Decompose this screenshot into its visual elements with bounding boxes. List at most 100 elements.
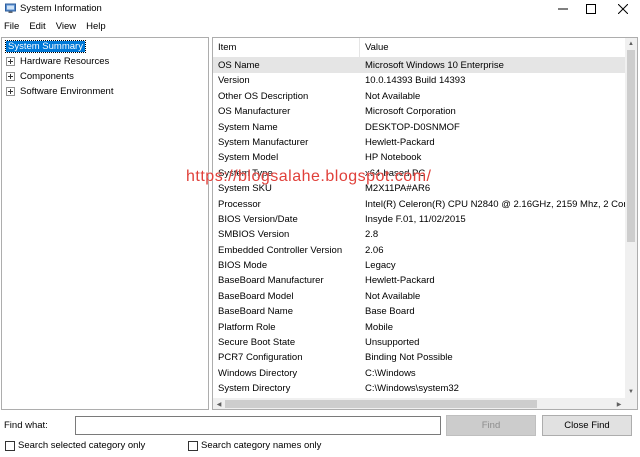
search-category-names-checkbox[interactable]: Search category names only xyxy=(188,440,321,451)
table-row[interactable]: OS Manufacturer Microsoft Corporation xyxy=(213,104,625,119)
tree-item-components[interactable]: Components xyxy=(6,70,74,83)
value-cell: Not Available xyxy=(365,290,421,302)
table-row[interactable]: System SKU M2X11PA#AR6 xyxy=(213,181,625,196)
column-header-item[interactable]: Item xyxy=(218,42,236,53)
table-row[interactable]: Processor Intel(R) Celeron(R) CPU N2840 @… xyxy=(213,197,627,212)
table-row[interactable]: BIOS Version/Date Insyde F.01, 11/02/2015 xyxy=(213,212,625,227)
table-row[interactable]: Other OS Description Not Available xyxy=(213,89,625,104)
window-title: System Information xyxy=(20,3,102,14)
table-row[interactable]: SMBIOS Version 2.8 xyxy=(213,227,625,242)
list-header: Item Value xyxy=(213,38,625,58)
category-tree[interactable]: System Summary Hardware Resources Compon… xyxy=(1,37,209,410)
item-cell: BIOS Mode xyxy=(218,260,268,272)
value-cell: HP Notebook xyxy=(365,152,422,164)
value-cell: Hewlett-Packard xyxy=(365,275,435,287)
value-cell: Legacy xyxy=(365,260,396,272)
search-selected-category-label: Search selected category only xyxy=(18,440,146,451)
item-cell: Windows Directory xyxy=(218,367,298,379)
table-row[interactable]: System Type x64-based PC xyxy=(213,166,625,181)
value-cell: Insyde F.01, 11/02/2015 xyxy=(365,213,466,225)
table-row[interactable]: Windows Directory C:\Windows xyxy=(213,366,625,381)
table-row[interactable]: System Directory C:\Windows\system32 xyxy=(213,381,625,396)
vertical-scroll-thumb[interactable] xyxy=(627,50,635,242)
scroll-down-icon[interactable]: ▼ xyxy=(625,386,637,398)
tree-item-label: Components xyxy=(20,71,74,82)
item-cell: System Name xyxy=(218,121,278,133)
expand-plus-icon[interactable] xyxy=(6,72,15,81)
value-cell: M2X11PA#AR6 xyxy=(365,183,431,195)
minimize-button[interactable] xyxy=(548,0,578,18)
value-cell: 10.0.14393 Build 14393 xyxy=(365,75,466,87)
value-cell: Microsoft Corporation xyxy=(365,106,456,118)
column-header-value[interactable]: Value xyxy=(365,42,389,53)
table-row[interactable]: BIOS Mode Legacy xyxy=(213,258,625,273)
scroll-right-icon[interactable]: ▶ xyxy=(613,398,625,409)
item-cell: Embedded Controller Version xyxy=(218,244,343,256)
value-cell: 2.06 xyxy=(365,244,384,256)
table-row[interactable]: Version 10.0.14393 Build 14393 xyxy=(213,73,625,88)
column-separator[interactable] xyxy=(359,38,360,58)
item-cell: BaseBoard Manufacturer xyxy=(218,275,324,287)
table-row[interactable]: System Model HP Notebook xyxy=(213,150,625,165)
item-cell: Platform Role xyxy=(218,321,276,333)
menu-edit[interactable]: Edit xyxy=(25,19,51,35)
item-cell: System SKU xyxy=(218,183,272,195)
search-category-names-label: Search category names only xyxy=(201,440,322,451)
title-bar: System Information xyxy=(0,0,640,18)
scrollbar-corner xyxy=(625,398,637,409)
table-row[interactable]: Secure Boot State Unsupported xyxy=(213,335,625,350)
item-cell: PCR7 Configuration xyxy=(218,352,303,364)
menu-help[interactable]: Help xyxy=(82,19,112,35)
value-cell: DESKTOP-D0SNMOF xyxy=(365,121,460,133)
value-cell: Microsoft Windows 10 Enterprise xyxy=(365,60,504,71)
menu-view[interactable]: View xyxy=(52,19,82,35)
close-find-button[interactable]: Close Find xyxy=(542,415,632,436)
table-row[interactable]: Platform Role Mobile xyxy=(213,320,625,335)
find-what-label: Find what: xyxy=(4,420,48,431)
find-button[interactable]: Find xyxy=(446,415,536,436)
item-cell: System Directory xyxy=(218,383,291,395)
checkbox-box[interactable] xyxy=(188,440,198,451)
table-row[interactable]: System Manufacturer Hewlett-Packard xyxy=(213,135,625,150)
find-options: Search selected category only Search cat… xyxy=(0,438,640,454)
item-cell: Processor xyxy=(218,198,261,210)
expand-plus-icon[interactable] xyxy=(6,57,15,66)
table-row[interactable]: BaseBoard Manufacturer Hewlett-Packard xyxy=(213,273,625,288)
horizontal-scrollbar[interactable]: ◀ ▶ xyxy=(213,398,625,409)
item-cell: Other OS Description xyxy=(218,90,309,102)
details-list[interactable]: Item Value OS Name Microsoft Windows 10 E… xyxy=(212,37,638,410)
table-row[interactable]: OS Name Microsoft Windows 10 Enterprise xyxy=(213,58,625,74)
value-cell: Unsupported xyxy=(365,337,420,349)
menu-bar: File Edit View Help xyxy=(0,19,640,35)
tree-item-software-environment[interactable]: Software Environment xyxy=(6,85,113,98)
tree-item-label: System Summary xyxy=(5,40,86,53)
item-cell: OS Manufacturer xyxy=(218,106,291,118)
tree-item-system-summary[interactable]: System Summary xyxy=(5,40,86,53)
vertical-scrollbar[interactable]: ▲ ▼ xyxy=(625,38,637,398)
close-button[interactable] xyxy=(608,0,638,18)
scroll-left-icon[interactable]: ◀ xyxy=(213,398,225,409)
item-cell: BIOS Version/Date xyxy=(218,213,298,225)
table-row[interactable]: BaseBoard Model Not Available xyxy=(213,289,625,304)
tree-item-hardware-resources[interactable]: Hardware Resources xyxy=(6,55,109,68)
table-row[interactable]: Embedded Controller Version 2.06 xyxy=(213,243,625,258)
value-cell: C:\Windows xyxy=(365,367,416,379)
table-row[interactable]: BaseBoard Name Base Board xyxy=(213,304,625,319)
maximize-button[interactable] xyxy=(576,0,606,18)
value-cell: Mobile xyxy=(365,321,393,333)
find-bar: Find what: Find Close Find xyxy=(0,414,640,436)
table-row[interactable]: PCR7 Configuration Binding Not Possible xyxy=(213,350,625,365)
item-cell: Secure Boot State xyxy=(218,337,296,349)
checkbox-box[interactable] xyxy=(5,440,15,451)
find-what-input[interactable] xyxy=(75,416,441,435)
item-cell: BaseBoard Name xyxy=(218,306,293,318)
expand-plus-icon[interactable] xyxy=(6,87,15,96)
menu-file[interactable]: File xyxy=(0,19,25,35)
table-row[interactable]: System Name DESKTOP-D0SNMOF xyxy=(213,120,625,135)
scroll-up-icon[interactable]: ▲ xyxy=(625,38,637,50)
search-selected-category-checkbox[interactable]: Search selected category only xyxy=(5,440,145,451)
horizontal-scroll-thumb[interactable] xyxy=(225,400,537,408)
item-cell: Version xyxy=(218,75,250,87)
value-cell: 2.8 xyxy=(365,229,379,241)
value-cell: Hewlett-Packard xyxy=(365,136,435,148)
